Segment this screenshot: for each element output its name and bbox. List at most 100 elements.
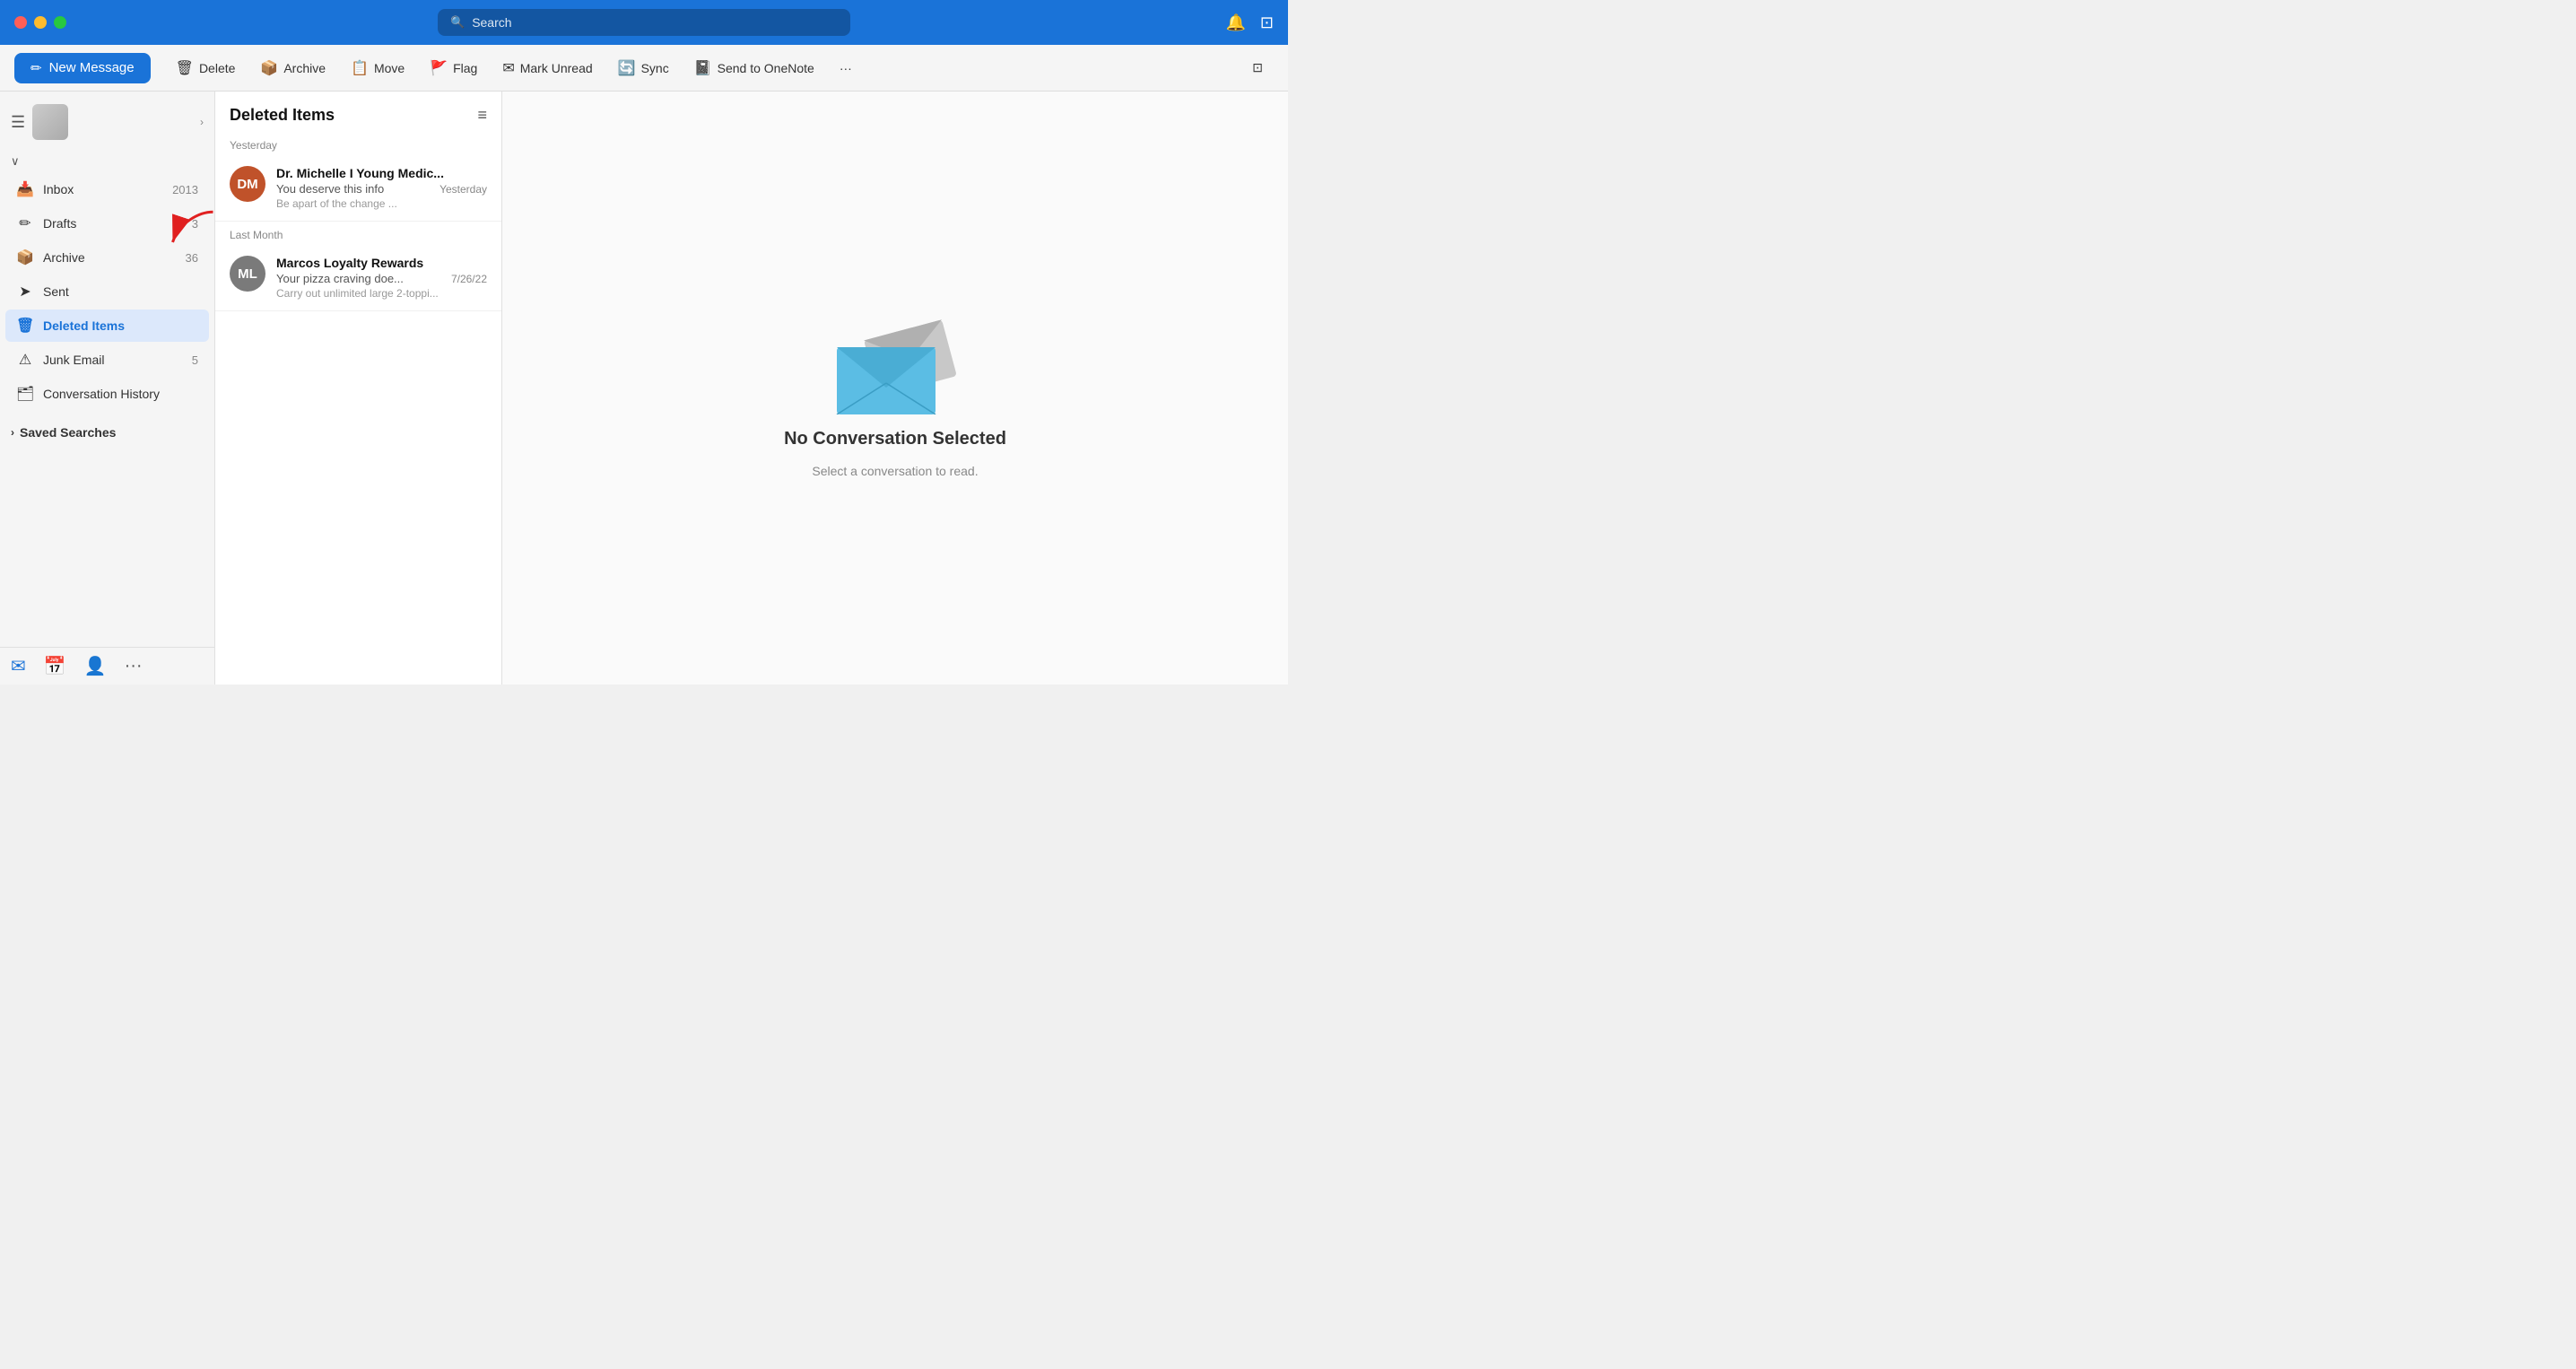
drafts-badge: 3 xyxy=(192,217,198,231)
more-button[interactable]: ··· xyxy=(829,56,863,81)
archive-icon: 📦 xyxy=(260,59,278,77)
chevron-down-icon: ∨ xyxy=(11,154,20,169)
date-group-yesterday: Yesterday xyxy=(215,132,501,155)
saved-searches-chevron-icon: › xyxy=(11,426,14,439)
minimize-button[interactable] xyxy=(34,16,47,29)
onenote-icon: 📓 xyxy=(694,59,712,77)
compose-icon: ✏ xyxy=(30,60,42,76)
inbox-icon: 📥 xyxy=(16,180,34,198)
deleted-items-label: Deleted Items xyxy=(43,318,125,333)
avatar-initials: DM xyxy=(237,177,257,192)
sidebar-item-junk-email[interactable]: ⚠ Junk Email 5 xyxy=(5,344,209,376)
calendar-nav-icon[interactable]: 📅 xyxy=(44,655,66,677)
send-onenote-label: Send to OneNote xyxy=(718,61,814,75)
sync-label: Sync xyxy=(641,61,669,75)
send-onenote-button[interactable]: 📓 Send to OneNote xyxy=(683,54,825,83)
flag-icon: 🚩 xyxy=(430,59,448,77)
sync-icon: 🔄 xyxy=(618,59,636,77)
delete-button[interactable]: 🗑 Delete xyxy=(165,54,247,83)
subject-1: You deserve this info xyxy=(276,182,432,196)
no-conversation-title: No Conversation Selected xyxy=(784,429,1006,449)
sidebar-item-archive[interactable]: 📦 Archive 36 xyxy=(5,241,209,274)
trash-icon: 🗑 xyxy=(16,317,34,335)
sent-icon: ➤ xyxy=(16,283,34,301)
notifications-icon[interactable]: 🔔 xyxy=(1225,13,1245,32)
main-layout: ☰ › ∨ 📥 Inbox 2013 ✏ Drafts 3 📦 Archive … xyxy=(0,92,1288,684)
archive-badge: 36 xyxy=(186,251,198,265)
sync-button[interactable]: 🔄 Sync xyxy=(607,54,680,83)
delete-icon: 🗑 xyxy=(176,59,194,77)
avatar-dm: DM xyxy=(230,166,265,202)
search-bar[interactable]: 🔍 Search xyxy=(438,9,850,36)
mark-unread-label: Mark Unread xyxy=(520,61,593,75)
new-message-label: New Message xyxy=(49,60,135,75)
date-1: Yesterday xyxy=(439,183,487,196)
account-avatar[interactable] xyxy=(32,104,68,140)
no-conversation-panel: No Conversation Selected Select a conver… xyxy=(784,298,1006,478)
avatar-ml: ML xyxy=(230,256,265,292)
saved-searches-label: Saved Searches xyxy=(20,425,116,440)
conversation-icon: 🗂 xyxy=(16,385,34,403)
sidebar-section-accounts[interactable]: ∨ xyxy=(0,151,214,172)
preview-1: Be apart of the change ... xyxy=(276,197,487,210)
avatar-initials-2: ML xyxy=(238,266,257,282)
flag-label: Flag xyxy=(453,61,477,75)
mark-unread-button[interactable]: ✉ Mark Unread xyxy=(492,54,603,83)
title-bar: 🔍 Search 🔔 ⊡ xyxy=(0,0,1288,45)
toolbar: ✏ New Message 🗑 Delete 📦 Archive 📋 Move … xyxy=(0,45,1288,92)
people-nav-icon[interactable]: 👤 xyxy=(84,655,107,677)
subject-row-1: You deserve this info Yesterday xyxy=(276,182,487,196)
settings-icon[interactable]: ⊡ xyxy=(1260,13,1274,32)
sender-1: Dr. Michelle I Young Medic... xyxy=(276,166,487,180)
sidebar-item-deleted-items[interactable]: 🗑 Deleted Items xyxy=(5,310,209,342)
maximize-button[interactable] xyxy=(54,16,66,29)
date-group-last-month: Last Month xyxy=(215,222,501,245)
new-message-button[interactable]: ✏ New Message xyxy=(14,53,151,83)
filter-icon[interactable]: ≡ xyxy=(477,106,487,125)
sidebar-item-drafts[interactable]: ✏ Drafts 3 xyxy=(5,207,209,240)
hamburger-icon[interactable]: ☰ xyxy=(11,113,25,132)
email-content-1: Dr. Michelle I Young Medic... You deserv… xyxy=(276,166,487,210)
move-button[interactable]: 📋 Move xyxy=(340,54,415,83)
move-icon: 📋 xyxy=(351,59,369,77)
date-2: 7/26/22 xyxy=(451,273,487,285)
sidebar-item-inbox[interactable]: 📥 Inbox 2013 xyxy=(5,173,209,205)
mark-unread-icon: ✉ xyxy=(502,59,514,77)
email-item-2[interactable]: ML Marcos Loyalty Rewards Your pizza cra… xyxy=(215,245,501,311)
reading-pane-toggle[interactable]: ⊡ xyxy=(1241,55,1274,81)
reading-pane: No Conversation Selected Select a conver… xyxy=(502,92,1288,684)
sidebar-header: ☰ › xyxy=(0,99,214,151)
archive-label: Archive xyxy=(283,61,326,75)
subject-row-2: Your pizza craving doe... 7/26/22 xyxy=(276,272,487,285)
email-list-header: Deleted Items ≡ xyxy=(215,92,501,132)
flag-button[interactable]: 🚩 Flag xyxy=(419,54,488,83)
search-label: Search xyxy=(472,15,511,30)
drafts-label: Drafts xyxy=(43,216,76,231)
preview-2: Carry out unlimited large 2-toppi... xyxy=(276,287,487,300)
sent-label: Sent xyxy=(43,284,69,299)
inbox-label: Inbox xyxy=(43,182,74,196)
junk-badge: 5 xyxy=(192,353,198,367)
drafts-icon: ✏ xyxy=(16,214,34,232)
sidebar-item-sent[interactable]: ➤ Sent xyxy=(5,275,209,308)
sidebar-item-conversation-history[interactable]: 🗂 Conversation History xyxy=(5,378,209,410)
no-conversation-subtitle: Select a conversation to read. xyxy=(812,464,978,478)
email-item-1[interactable]: DM Dr. Michelle I Young Medic... You des… xyxy=(215,155,501,222)
email-content-2: Marcos Loyalty Rewards Your pizza cravin… xyxy=(276,256,487,300)
search-icon: 🔍 xyxy=(450,15,465,30)
more-nav-icon[interactable]: ··· xyxy=(125,656,143,676)
layout-icon: ⊡ xyxy=(1252,60,1263,75)
mail-nav-icon[interactable]: ✉ xyxy=(11,655,26,677)
junk-email-label: Junk Email xyxy=(43,353,104,367)
move-label: Move xyxy=(374,61,405,75)
traffic-lights xyxy=(14,16,66,29)
archive-button[interactable]: 📦 Archive xyxy=(249,54,336,83)
sender-2: Marcos Loyalty Rewards xyxy=(276,256,487,270)
close-button[interactable] xyxy=(14,16,27,29)
email-list: Deleted Items ≡ Yesterday DM Dr. Michell… xyxy=(215,92,502,684)
email-list-title: Deleted Items xyxy=(230,106,335,125)
envelope-illustration xyxy=(819,298,971,414)
more-icon: ··· xyxy=(840,61,852,75)
account-chevron-icon: › xyxy=(200,116,204,128)
saved-searches-section[interactable]: › Saved Searches xyxy=(0,418,214,447)
